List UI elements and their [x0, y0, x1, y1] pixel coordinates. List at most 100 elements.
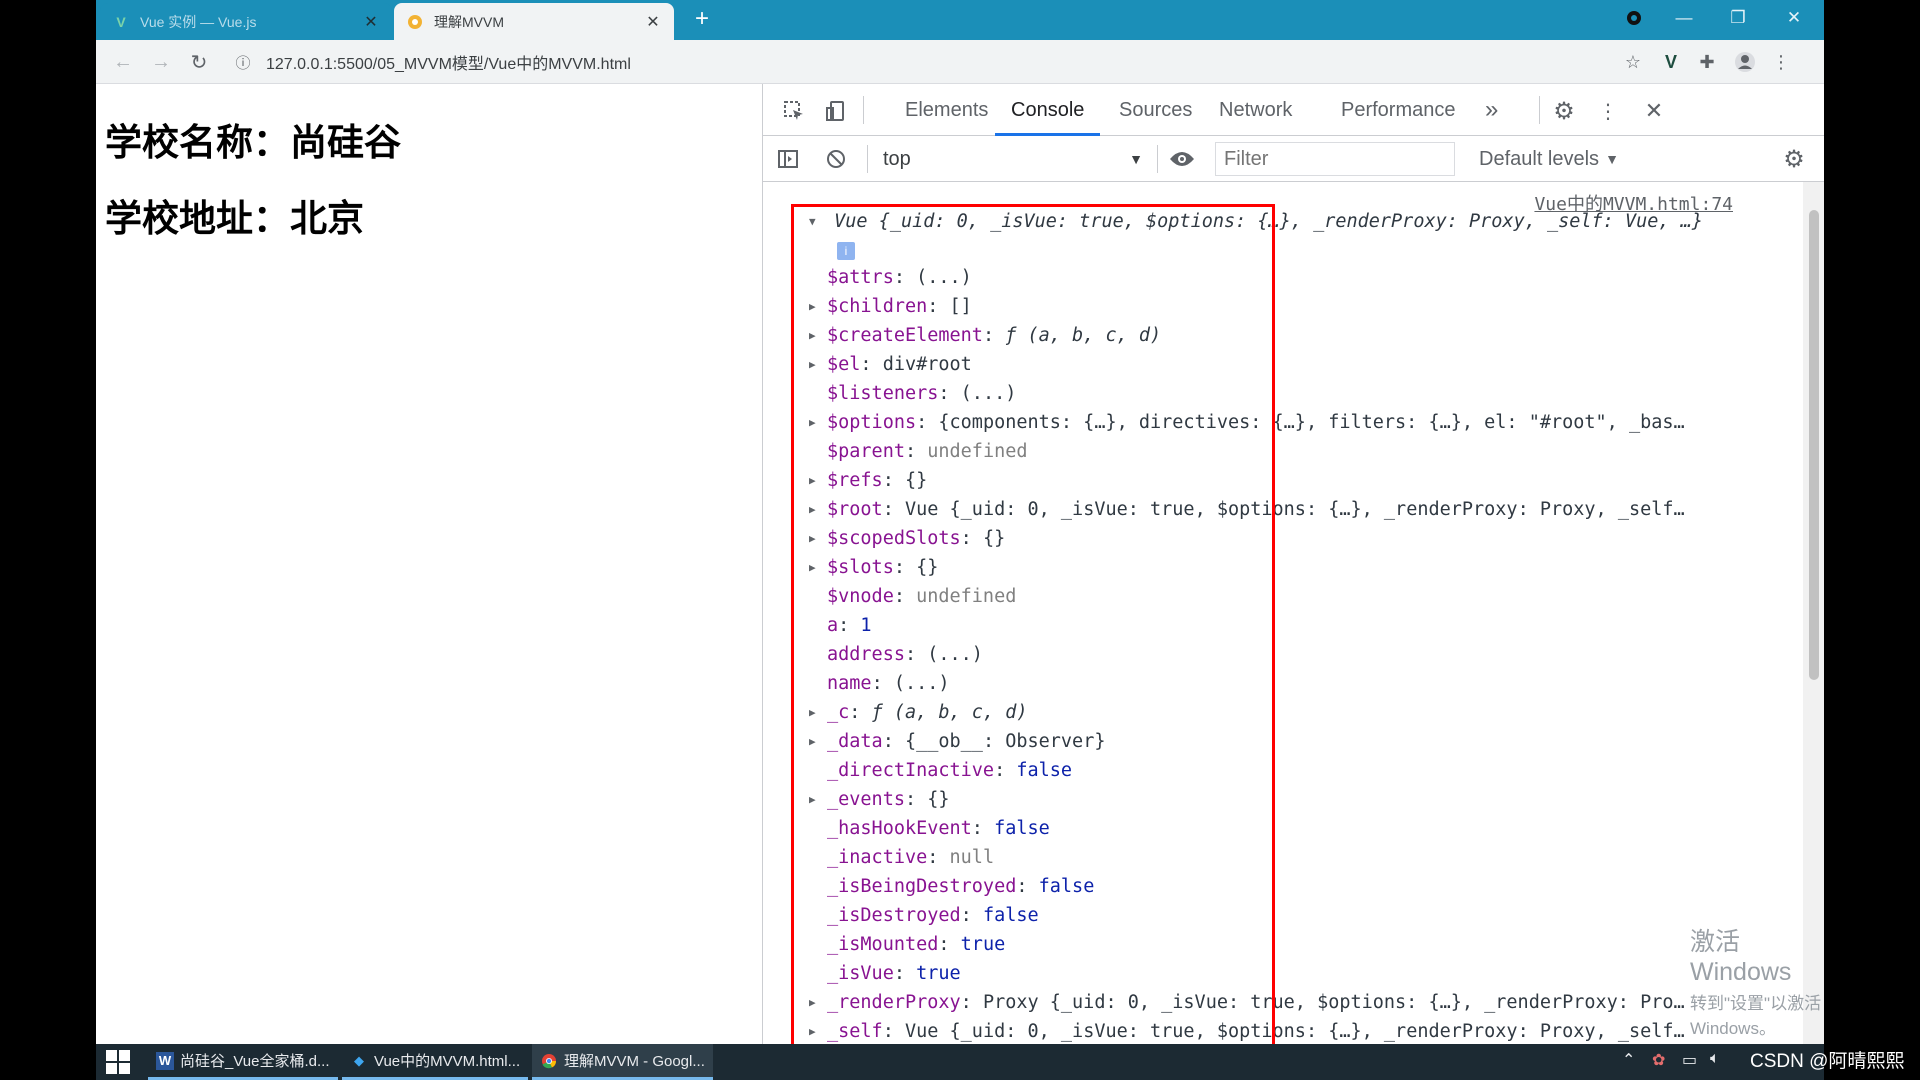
browser-window: V Vue 实例 — Vue.js ✕ 理解MVVM ✕ + — ❐ ✕ ← →: [96, 0, 1824, 1044]
console-scrollbar[interactable]: [1803, 182, 1824, 1044]
property-value: false: [1038, 876, 1095, 897]
chrome-menu-icon[interactable]: ⋮: [1766, 47, 1796, 77]
settings-gear-icon[interactable]: ⚙: [1549, 96, 1579, 126]
tray-chevron-icon[interactable]: ⌃: [1622, 1050, 1635, 1070]
vscode-icon: ◆: [354, 1052, 364, 1068]
address-bar[interactable]: ⓘ 127.0.0.1:5500/05_MVVM模型/Vue中的MVVM.htm…: [232, 46, 1732, 78]
tab-elements[interactable]: Elements: [905, 84, 988, 136]
vue-object-summary[interactable]: ▼ Vue {_uid: 0, _isVue: true, $options: …: [809, 208, 1703, 236]
property-key: _isBeingDestroyed: [827, 876, 1017, 897]
live-expression-eye-icon[interactable]: [1167, 144, 1197, 174]
expand-triangle-icon[interactable]: ▶: [809, 728, 823, 756]
site-info-icon[interactable]: ⓘ: [232, 51, 254, 73]
property-row[interactable]: ▶ $slots: {}: [809, 554, 938, 582]
devtools-tabbar: Elements Console Sources Network Perform…: [763, 84, 1824, 136]
close-tab-icon[interactable]: ✕: [362, 12, 380, 32]
context-value: top: [883, 147, 911, 170]
property-row[interactable]: ▶ $refs: {}: [809, 467, 927, 495]
more-tabs-icon[interactable]: »: [1485, 84, 1498, 136]
windows-activation-watermark: 激活 Windows 转到"设置"以激活 Windows。: [1690, 922, 1824, 1039]
property-key: $createElement: [827, 325, 983, 346]
property-row[interactable]: ▶ _c: ƒ (a, b, c, d): [809, 699, 1028, 727]
tab-mvvm[interactable]: 理解MVVM ✕: [394, 3, 674, 40]
page-viewport: 学校名称：尚硅谷 学校地址：北京: [96, 84, 762, 1044]
property-row[interactable]: ▶ _renderProxy: Proxy {_uid: 0, _isVue: t…: [809, 989, 1685, 1017]
expand-triangle-icon[interactable]: ▶: [809, 293, 823, 321]
property-row[interactable]: ▶ $el: div#root: [809, 351, 972, 379]
page-favicon-icon: [406, 13, 424, 31]
expand-triangle-icon[interactable]: ▶: [809, 409, 823, 437]
forward-icon[interactable]: →: [146, 47, 176, 77]
console-settings-gear-icon[interactable]: ⚙: [1779, 144, 1809, 174]
windows-start-icon[interactable]: [106, 1050, 130, 1074]
expand-triangle-icon[interactable]: ▶: [809, 496, 823, 524]
devtools-menu-icon[interactable]: ⋮: [1593, 96, 1623, 126]
scrollbar-thumb[interactable]: [1809, 210, 1819, 680]
property-key: a: [827, 615, 839, 636]
close-devtools-icon[interactable]: ✕: [1639, 96, 1669, 126]
property-row[interactable]: ▶ $createElement: ƒ (a, b, c, d): [809, 322, 1161, 350]
account-avatar-icon[interactable]: [1730, 47, 1760, 77]
tab-sources[interactable]: Sources: [1119, 84, 1192, 136]
restore-icon[interactable]: ❐: [1716, 0, 1760, 36]
property-row: _isBeingDestroyed: false: [827, 876, 1095, 897]
tab-vue-docs[interactable]: V Vue 实例 — Vue.js ✕: [100, 3, 392, 40]
clear-console-icon[interactable]: [821, 144, 851, 174]
close-tab-icon[interactable]: ✕: [644, 12, 662, 32]
property-row[interactable]: ▶ $root: Vue {_uid: 0, _isVue: true, $opt…: [809, 496, 1685, 524]
property-row[interactable]: ▶ $children: []: [809, 293, 972, 321]
property-value: {components: {…}, directives: {…}, filte…: [938, 412, 1685, 433]
back-icon[interactable]: ←: [108, 47, 138, 77]
property-value: (...): [960, 383, 1017, 404]
property-row[interactable]: ▶ _self: Vue {_uid: 0, _isVue: true, $opt…: [809, 1018, 1685, 1044]
tab-console[interactable]: Console: [995, 84, 1101, 136]
browser-toolbar: ← → ↻ ⓘ 127.0.0.1:5500/05_MVVM模型/Vue中的MV…: [96, 40, 1824, 84]
taskbar-app-word[interactable]: W 尚硅谷_Vue全家桶.d...: [148, 1044, 338, 1080]
expand-triangle-icon[interactable]: ▶: [809, 467, 823, 495]
expand-triangle-icon[interactable]: ▶: [809, 322, 823, 350]
property-key: _isVue: [827, 963, 894, 984]
minimize-icon[interactable]: —: [1662, 0, 1706, 36]
property-row[interactable]: ▶ _data: {__ob__: Observer}: [809, 728, 1105, 756]
expand-triangle-icon[interactable]: ▶: [809, 699, 823, 727]
property-value: Vue {_uid: 0, _isVue: true, $options: {……: [904, 1021, 1685, 1042]
inspect-element-icon[interactable]: [779, 96, 809, 126]
taskbar-app-vscode[interactable]: ◆ Vue中的MVVM.html...: [342, 1044, 529, 1080]
taskbar-app-chrome[interactable]: 理解MVVM - Googl...: [532, 1044, 713, 1080]
property-value: {}: [927, 789, 950, 810]
profile-icon[interactable]: [1612, 0, 1656, 36]
show-sidebar-icon[interactable]: [773, 144, 803, 174]
new-tab-button[interactable]: +: [688, 6, 716, 34]
close-window-icon[interactable]: ✕: [1772, 0, 1816, 36]
expand-triangle-icon[interactable]: ▶: [809, 989, 823, 1017]
property-key: $scopedSlots: [827, 528, 961, 549]
expand-triangle-icon[interactable]: ▶: [809, 351, 823, 379]
info-badge[interactable]: i: [837, 236, 855, 264]
context-selector[interactable]: top ▼: [883, 144, 1143, 174]
collapse-triangle-icon[interactable]: ▼: [809, 208, 823, 236]
expand-triangle-icon[interactable]: ▶: [809, 554, 823, 582]
reload-icon[interactable]: ↻: [184, 47, 214, 77]
property-row[interactable]: ▶ _events: {}: [809, 786, 950, 814]
property-row[interactable]: ▶ $options: {components: {…}, directives:…: [809, 409, 1685, 437]
tray-app-icon[interactable]: ✿: [1652, 1050, 1665, 1070]
device-toolbar-icon[interactable]: [821, 96, 851, 126]
vue-devtools-extension-icon[interactable]: V: [1656, 47, 1686, 77]
console-filter-input[interactable]: [1215, 142, 1455, 176]
extensions-puzzle-icon[interactable]: ✚: [1692, 47, 1722, 77]
tab-performance[interactable]: Performance: [1341, 84, 1456, 136]
expand-triangle-icon[interactable]: ▶: [809, 1018, 823, 1044]
property-value: undefined: [927, 441, 1028, 462]
school-name-heading: 学校名称：尚硅谷: [105, 121, 401, 164]
property-value: ƒ (a, b, c, d): [871, 702, 1028, 723]
property-row[interactable]: ▶ $scopedSlots: {}: [809, 525, 1005, 553]
bookmark-star-icon[interactable]: ☆: [1618, 47, 1648, 77]
expand-triangle-icon[interactable]: ▶: [809, 525, 823, 553]
expand-triangle-icon[interactable]: ▶: [809, 786, 823, 814]
network-icon[interactable]: ▭: [1682, 1050, 1697, 1070]
log-levels-dropdown[interactable]: Default levels ▼: [1479, 144, 1619, 174]
watermark-subtitle: 转到"设置"以激活 Windows。: [1690, 994, 1822, 1038]
tab-network[interactable]: Network: [1219, 84, 1292, 136]
property-value: Proxy {_uid: 0, _isVue: true, $options: …: [982, 992, 1685, 1013]
volume-icon[interactable]: 🔈︎: [1710, 1050, 1720, 1068]
